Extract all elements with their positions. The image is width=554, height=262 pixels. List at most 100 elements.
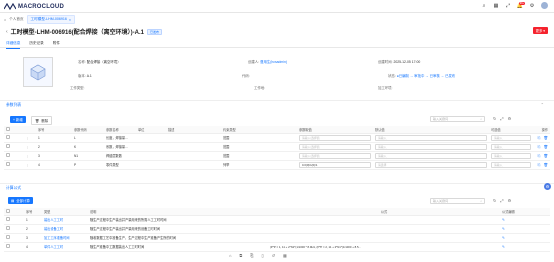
history-icon[interactable]: ↺ [272,253,275,258]
row-checkbox[interactable] [6,153,10,157]
calculate-all-button[interactable]: ▤ 全部计算 [8,197,33,204]
collapse-params-icon[interactable]: ⌃ [541,102,544,107]
table-row[interactable]: ⋮ 3 N1 焊缝层数数 范围 请输入/选择值 请输入 请输入 ⎘ 🗑 [4,151,550,161]
param-unit [136,160,166,170]
delete-icon[interactable]: 🗑 [543,154,548,158]
link-icon[interactable]: ⎘ [538,163,541,167]
col-header: 序号 [36,126,72,134]
col-header: 公式编辑 [500,208,550,216]
header-icons: ⌕ ▦ ⤢ 🔔 99+ ⚙ [481,1,548,9]
col-header: 参数名称 [104,126,136,134]
param-default-input[interactable]: 请输入 [375,134,487,141]
param-default-input[interactable]: 请选择 [375,161,487,168]
document-icon[interactable]: ▯ [261,253,263,258]
row-checkbox[interactable] [6,244,10,248]
param-name: 焊缝层数数 [104,151,136,161]
edit-icon[interactable]: ✎ [502,236,505,240]
table-row[interactable]: 1 装出人工工时 随生产过程中生产装出并产量用来的所需人工工时时间 ✎ [4,215,550,225]
param-value-input[interactable]: 请输入/选择值 [299,152,371,159]
drag-handle-icon[interactable]: ⋮ [24,133,36,143]
delete-label: 删除 [41,119,49,123]
drag-handle-icon[interactable]: ⋮ [24,151,36,161]
back-icon[interactable]: ‹ [6,29,8,35]
breadcrumb-current-tab[interactable]: 工时模型-LHM-006916 × [26,15,76,24]
assistant-float-icon[interactable]: ⚙ [544,183,551,190]
code-label: 代码: [242,74,250,78]
grid-apps-icon[interactable]: ▦ [493,3,499,9]
grid-icon[interactable]: ▦ [283,253,287,258]
bell-icon[interactable]: 🔔 99+ [517,1,525,9]
delete-param-button[interactable]: 🗑 删除 [31,116,53,125]
refresh-icon[interactable]: ↻ [493,198,496,203]
formula-search-placeholder: 输入关键词 [433,199,449,203]
param-options-input[interactable]: 请输入 [491,152,531,159]
row-checkbox[interactable] [6,144,10,148]
layers-icon[interactable]: ⧉ [239,253,242,258]
edit-icon[interactable]: ✎ [502,227,505,231]
param-value-input[interactable]: 0.0(0)/1(0)/1 [299,161,371,168]
row-checkbox[interactable] [6,135,10,139]
model-thumbnail[interactable] [23,57,53,87]
delete-icon[interactable]: 🗑 [543,163,548,167]
delete-icon[interactable]: 🗑 [543,136,548,140]
table-row[interactable]: ⋮ 2 K 系数，焊接量... 范围 请输入/选择值 请输入 请输入 ⎘ 🗑 [4,142,550,152]
link-icon[interactable]: ⎘ [538,145,541,149]
formula-search-input[interactable]: 输入关键词 ⌕ [430,198,485,204]
version-label: 版本: [78,74,86,78]
fullscreen-icon[interactable]: ⤢ [500,198,503,203]
fullscreen-icon[interactable]: ⤢ [500,116,503,121]
select-all-checkbox[interactable] [6,126,10,131]
row-checkbox[interactable] [6,217,10,221]
param-default-input[interactable]: 请输入 [375,152,487,159]
params-search-placeholder: 输入关键词 [433,117,449,121]
select-all-checkbox[interactable] [6,208,10,213]
table-row[interactable]: 4 单件人工工时 随生产准备中工数据装出人工工时时间 (P*P = 1, 11 + 2… [4,242,550,252]
param-options-input[interactable]: 请输入 [491,134,531,141]
table-row[interactable]: 3 加工工序准备时间 随着数据工艺中准备生产，生产过程中生产准备产生所的时间 ✎ [4,233,550,243]
param-options-input[interactable]: 请输入 [491,143,531,150]
table-row[interactable]: ⋮ 1 L 长度，焊接量... 范围 请输入/选择值 请输入 请输入 ⎘ 🗑 [4,133,550,143]
more-button[interactable]: 更多 ▾ [532,27,548,34]
drag-handle-icon[interactable]: ⋮ [24,160,36,170]
trash-icon: 🗑 [35,118,40,123]
home-icon[interactable]: ⌂ [229,253,231,258]
link-icon[interactable]: ⎘ [538,154,541,158]
close-icon[interactable]: × [69,18,71,22]
params-search-input[interactable]: 输入关键词 ⌕ [430,116,485,122]
edit-icon[interactable]: ✎ [502,218,505,222]
new-param-button[interactable]: + 新增 [10,116,26,123]
link-icon[interactable]: ⎘ [538,136,541,140]
delete-icon[interactable]: 🗑 [543,145,548,149]
edit-icon[interactable]: ✎ [502,245,505,249]
search-icon[interactable]: ⌕ [481,3,487,9]
formula-table: 序号 类型 说明 公式 公式编辑 1 装出人工工时 随生产过程中生产装出并产量用来的… [4,208,550,252]
param-default-input[interactable]: 请输入 [375,143,487,150]
page-title: 工时模型-LHM-006916(配合焊接（离空环境）)-A.1 [10,30,145,36]
brand-name: MACROCLOUD [18,3,64,10]
brand-logo[interactable]: MACROCLOUD [4,2,64,11]
column-settings-icon[interactable]: ⚙ [508,116,512,121]
param-options-input[interactable]: 请输入 [491,161,531,168]
home-icon[interactable]: ⌂ [4,18,6,22]
row-checkbox[interactable] [6,226,10,230]
drag-handle-icon[interactable]: ⋮ [24,142,36,152]
param-value-input[interactable]: 请输入/选择值 [299,143,371,150]
row-checkbox[interactable] [6,162,10,166]
col-header: 公式 [268,208,500,216]
copy-icon[interactable]: ⎘ [250,253,253,258]
breadcrumb-home[interactable]: 个人首页 [9,17,23,22]
table-row[interactable]: 2 装出设备工时 随生产过程中生产装出并产量用来的设备工时时间 ✎ [4,224,550,234]
param-value-input[interactable]: 请输入/选择值 [299,134,371,141]
table-row[interactable]: ⋮ 4 P 零件类型 列举 0.0(0)/1(0)/1 请选择 请输入 ⎘ 🗑 [4,160,550,170]
creator-value[interactable]: 曹用生(hcsadmin) [260,60,287,64]
expand-icon[interactable]: ⤢ [505,3,511,9]
row-no: 1 [36,133,72,143]
column-settings-icon[interactable]: ⚙ [508,198,512,203]
brand-mark-icon [4,3,16,10]
refresh-icon[interactable]: ↻ [493,116,496,121]
avatar[interactable] [541,2,548,9]
row-no: 2 [24,224,42,234]
row-checkbox[interactable] [6,235,10,239]
params-toolbar: ↻ ⤢ ⚙ [493,116,511,121]
settings-icon[interactable]: ⚙ [529,3,535,9]
